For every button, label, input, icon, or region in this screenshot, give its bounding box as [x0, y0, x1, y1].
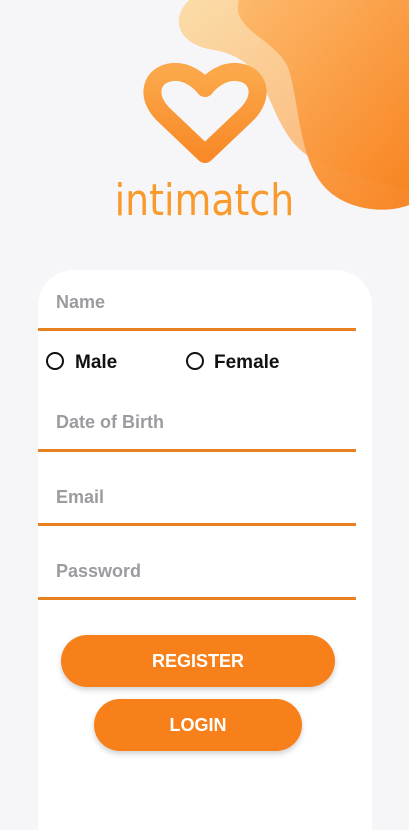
female-radio[interactable]: [186, 352, 204, 370]
male-label[interactable]: Male: [75, 352, 117, 374]
register-button[interactable]: REGISTER: [61, 635, 335, 687]
name-underline: [38, 328, 356, 331]
password-input[interactable]: Password: [56, 561, 141, 582]
password-underline: [38, 597, 356, 600]
email-underline: [38, 523, 356, 526]
email-input[interactable]: Email: [56, 487, 104, 508]
app-logo: [0, 62, 409, 166]
dob-underline: [38, 449, 356, 452]
login-button[interactable]: LOGIN: [94, 699, 302, 751]
brand-name: intimatch: [114, 175, 295, 226]
name-input[interactable]: Name: [56, 292, 105, 313]
dob-input[interactable]: Date of Birth: [56, 412, 164, 433]
heart-icon: [143, 62, 266, 163]
male-radio[interactable]: [46, 352, 64, 370]
female-label[interactable]: Female: [214, 352, 279, 374]
